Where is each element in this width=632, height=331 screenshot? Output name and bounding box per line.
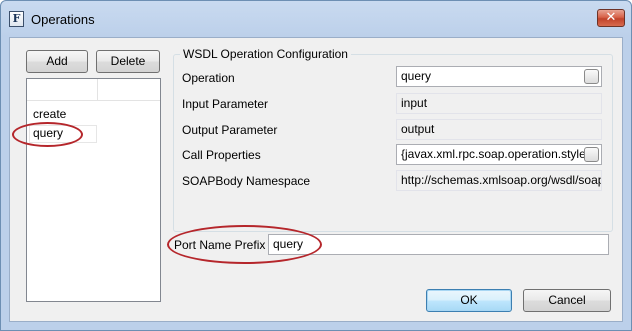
title-bar[interactable]: F Operations ✕ <box>1 1 631 37</box>
operation-value: query <box>401 69 432 83</box>
input-parameter-label: Input Parameter <box>182 97 269 111</box>
list-item-create[interactable]: create <box>33 107 66 121</box>
output-parameter-label: Output Parameter <box>182 123 278 137</box>
close-button[interactable]: ✕ <box>597 9 625 27</box>
cancel-button[interactable]: Cancel <box>523 289 611 312</box>
delete-button[interactable]: Delete <box>96 50 160 73</box>
add-button[interactable]: Add <box>26 50 88 73</box>
soapbody-namespace-field[interactable]: http://schemas.xmlsoap.org/wsdl/soap <box>396 170 602 191</box>
call-properties-value: {javax.xml.rpc.soap.operation.style= <box>401 147 593 161</box>
ok-button[interactable]: OK <box>426 289 512 312</box>
highlight-oval-port-prefix <box>167 225 322 264</box>
list-header-divider <box>97 79 98 101</box>
group-title: WSDL Operation Configuration <box>180 47 351 61</box>
input-parameter-field[interactable]: input <box>396 93 602 114</box>
call-properties-label: Call Properties <box>182 148 261 162</box>
window-title: Operations <box>31 12 95 27</box>
operation-browse-button[interactable] <box>584 69 599 84</box>
list-header <box>27 79 160 101</box>
operation-label: Operation <box>182 71 235 85</box>
operation-field[interactable]: query <box>396 66 602 87</box>
soapbody-namespace-label: SOAPBody Namespace <box>182 174 311 188</box>
app-icon: F <box>9 11 24 27</box>
call-properties-browse-button[interactable] <box>584 147 599 162</box>
highlight-oval-query-item <box>12 122 83 147</box>
operations-list[interactable]: create query <box>26 78 161 302</box>
output-parameter-field[interactable]: output <box>396 119 602 140</box>
dialog-client-area: Add Delete create query WSDL Operation C… <box>9 37 623 322</box>
operations-dialog: F Operations ✕ Add Delete create query W… <box>0 0 632 331</box>
call-properties-field[interactable]: {javax.xml.rpc.soap.operation.style= <box>396 144 602 165</box>
